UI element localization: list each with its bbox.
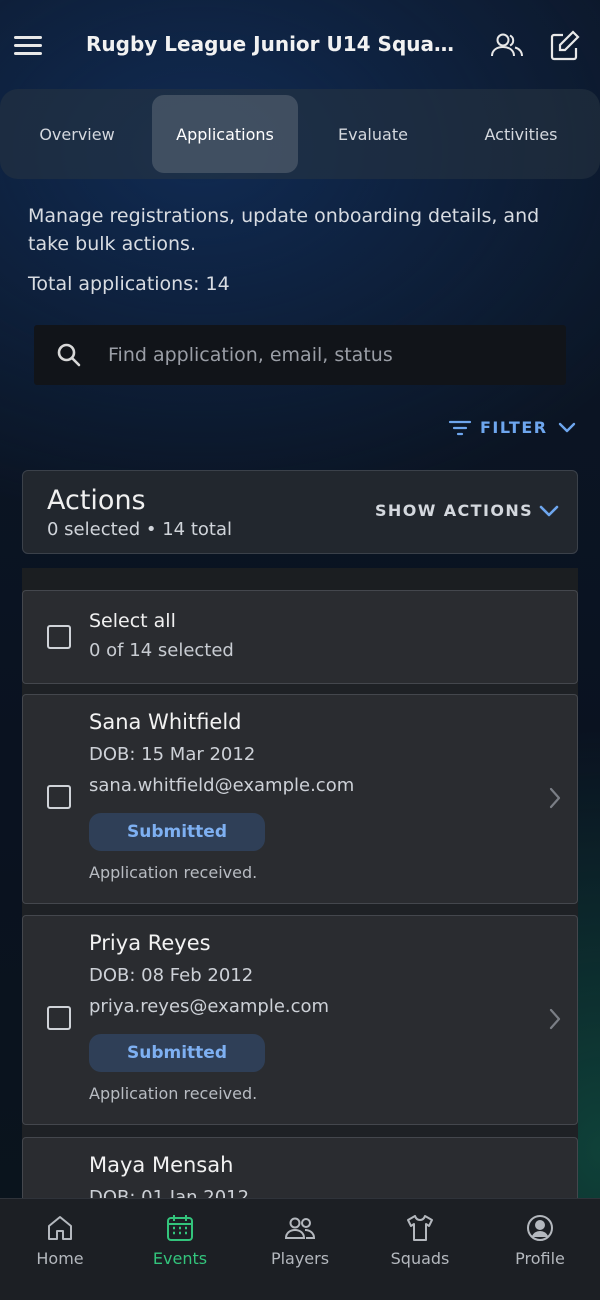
status-note: Application received. xyxy=(89,863,258,882)
applicant-name: Priya Reyes xyxy=(89,931,211,955)
actions-title: Actions xyxy=(47,485,146,516)
nav-squads-label: Squads xyxy=(390,1249,450,1268)
search-input[interactable] xyxy=(108,344,528,366)
tab-overview[interactable]: Overview xyxy=(4,95,150,173)
people-icon[interactable] xyxy=(489,28,525,64)
actions-summary: 0 selected • 14 total xyxy=(47,519,233,540)
filter-button[interactable]: FILTER xyxy=(448,418,576,437)
total-applications: Total applications: 14 xyxy=(28,273,230,295)
top-app-bar: Rugby League Junior U14 Squad ... xyxy=(0,0,600,90)
menu-icon[interactable] xyxy=(14,30,44,60)
show-actions-button[interactable]: SHOW ACTIONS xyxy=(375,501,559,520)
row-checkbox[interactable] xyxy=(47,1006,71,1030)
tab-applications[interactable]: Applications xyxy=(152,95,298,173)
nav-profile[interactable]: Profile xyxy=(480,1199,600,1300)
chevron-down-icon xyxy=(539,505,559,516)
status-badge: Submitted xyxy=(89,1034,265,1072)
tab-activities[interactable]: Activities xyxy=(448,95,594,173)
home-icon xyxy=(48,1216,72,1240)
nav-events-label: Events xyxy=(152,1249,208,1268)
nav-home[interactable]: Home xyxy=(0,1199,120,1300)
nav-profile-label: Profile xyxy=(515,1249,565,1268)
select-all-label: Select all xyxy=(89,610,176,632)
filter-icon xyxy=(448,420,472,435)
edit-icon[interactable] xyxy=(547,28,583,64)
status-badge: Submitted xyxy=(89,813,265,851)
actions-panel: Actions 0 selected • 14 total SHOW ACTIO… xyxy=(22,470,578,554)
nav-events[interactable]: Events xyxy=(120,1199,240,1300)
applicant-email: priya.reyes@example.com xyxy=(89,996,330,1017)
chevron-right-icon xyxy=(549,787,561,809)
applicant-name: Maya Mensah xyxy=(89,1153,234,1177)
profile-icon xyxy=(527,1215,553,1241)
page-title: Rugby League Junior U14 Squad ... xyxy=(86,32,466,56)
applicant-dob: DOB: 15 Mar 2012 xyxy=(89,744,256,765)
nav-players-label: Players xyxy=(270,1249,330,1268)
list-header-strip xyxy=(22,568,578,590)
chevron-down-icon xyxy=(558,422,575,432)
bottom-navigation: Home Events Players Squads Profile xyxy=(0,1198,600,1300)
select-all-row: Select all 0 of 14 selected xyxy=(22,590,578,684)
list-item[interactable]: Maya Mensah DOB: 01 Jan 2012 xyxy=(22,1137,578,1200)
calendar-icon xyxy=(167,1215,193,1241)
row-checkbox[interactable] xyxy=(47,785,71,809)
tab-evaluate[interactable]: Evaluate xyxy=(300,95,446,173)
nav-home-label: Home xyxy=(36,1249,84,1268)
applicant-email: sana.whitfield@example.com xyxy=(89,775,355,796)
nav-players[interactable]: Players xyxy=(240,1199,360,1300)
application-list: Select all 0 of 14 selected Sana Whitfie… xyxy=(22,568,578,1200)
chevron-right-icon xyxy=(549,1008,561,1030)
shirt-icon xyxy=(407,1215,433,1241)
filter-label: FILTER xyxy=(480,418,548,437)
select-all-checkbox[interactable] xyxy=(47,625,71,649)
page-description: Manage registrations, update onboarding … xyxy=(28,205,540,255)
list-item[interactable]: Sana Whitfield DOB: 15 Mar 2012 sana.whi… xyxy=(22,694,578,904)
applicant-name: Sana Whitfield xyxy=(89,710,242,734)
applicant-dob: DOB: 08 Feb 2012 xyxy=(89,965,254,986)
tab-bar: Overview Applications Evaluate Activitie… xyxy=(0,89,600,179)
search-icon xyxy=(57,343,81,367)
status-note: Application received. xyxy=(89,1084,258,1103)
search-bar xyxy=(34,325,566,385)
nav-squads[interactable]: Squads xyxy=(360,1199,480,1300)
list-item[interactable]: Priya Reyes DOB: 08 Feb 2012 priya.reyes… xyxy=(22,915,578,1125)
players-icon xyxy=(284,1217,316,1239)
selection-count: 0 of 14 selected xyxy=(89,640,234,661)
show-actions-label: SHOW ACTIONS xyxy=(375,501,534,520)
